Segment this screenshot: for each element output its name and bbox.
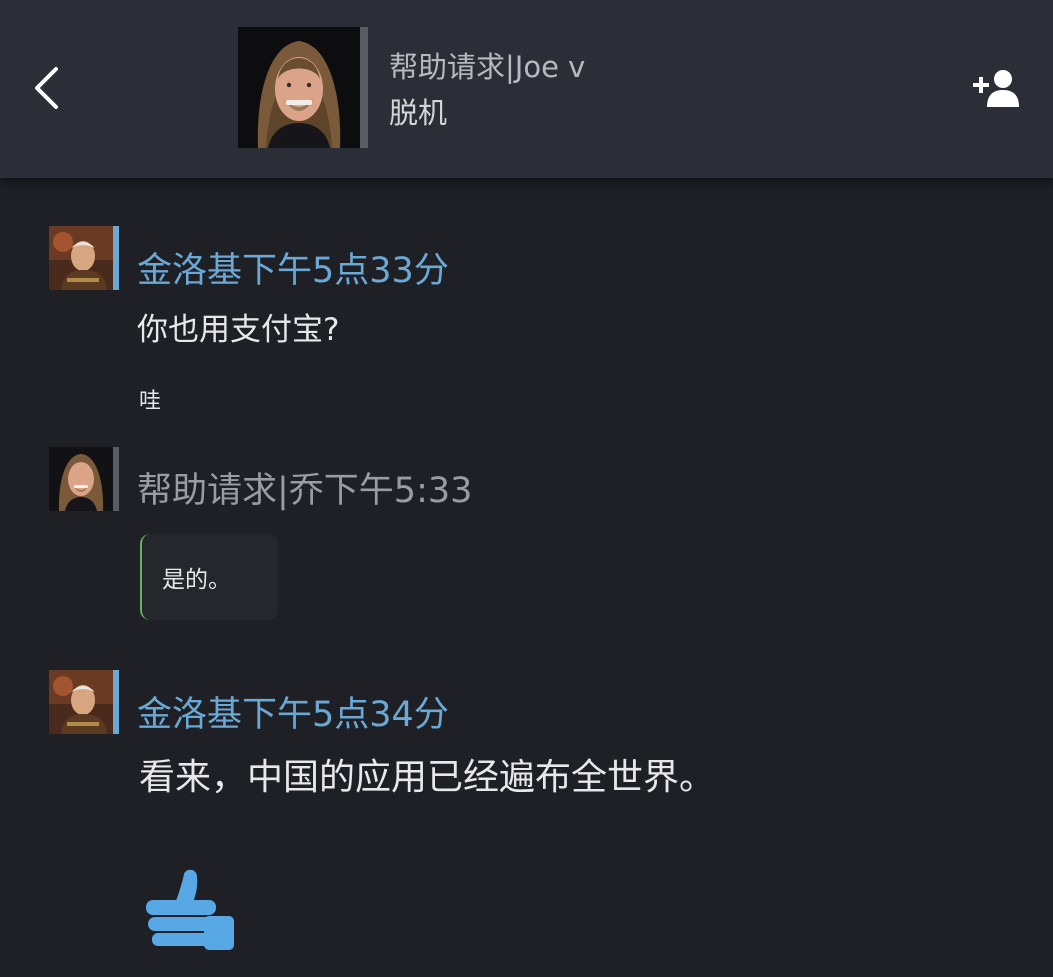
- sender-line: 金洛基下午5点33分: [137, 242, 449, 293]
- contact-status: 脱机: [389, 96, 448, 130]
- sender-line: 金洛基下午5点34分: [137, 686, 449, 737]
- sender-avatar-golden[interactable]: [49, 226, 113, 290]
- avatar-accent-bar: [113, 447, 119, 511]
- chat-header: 帮助请求|Joe v 脱机: [0, 0, 1053, 178]
- message-text: 是的。: [162, 567, 231, 593]
- message-time: 下午5点33分: [242, 251, 449, 291]
- sender-line: 帮助请求|乔下午5:33: [137, 462, 472, 513]
- sender-name[interactable]: 帮助请求|乔: [137, 471, 324, 511]
- sender-name[interactable]: 金洛基: [137, 695, 242, 735]
- message-text: 哇: [139, 389, 162, 414]
- message-time: 下午5点34分: [242, 695, 449, 735]
- message-text: 看来，中国的应用已经遍布全世界。: [139, 757, 716, 798]
- avatar-accent-bar: [113, 670, 119, 734]
- message-time: 下午5:33: [323, 471, 473, 511]
- contact-name[interactable]: 帮助请求|Joe v: [389, 44, 585, 86]
- contact-avatar[interactable]: [238, 27, 360, 148]
- back-button[interactable]: [22, 58, 72, 118]
- chevron-left-icon: [35, 67, 58, 109]
- message-text: 你也用支付宝?: [137, 312, 340, 348]
- message-bubble: 是的。: [140, 534, 278, 620]
- add-friend-button[interactable]: [968, 62, 1024, 114]
- sender-avatar-golden[interactable]: [49, 670, 113, 734]
- avatar-accent-bar: [113, 226, 119, 290]
- sender-name[interactable]: 金洛基: [137, 251, 242, 291]
- add-friend-icon: [973, 70, 1019, 107]
- thumbs-up-icon: [144, 868, 240, 958]
- sender-avatar-joe[interactable]: [49, 447, 113, 511]
- presence-bar: [360, 27, 368, 148]
